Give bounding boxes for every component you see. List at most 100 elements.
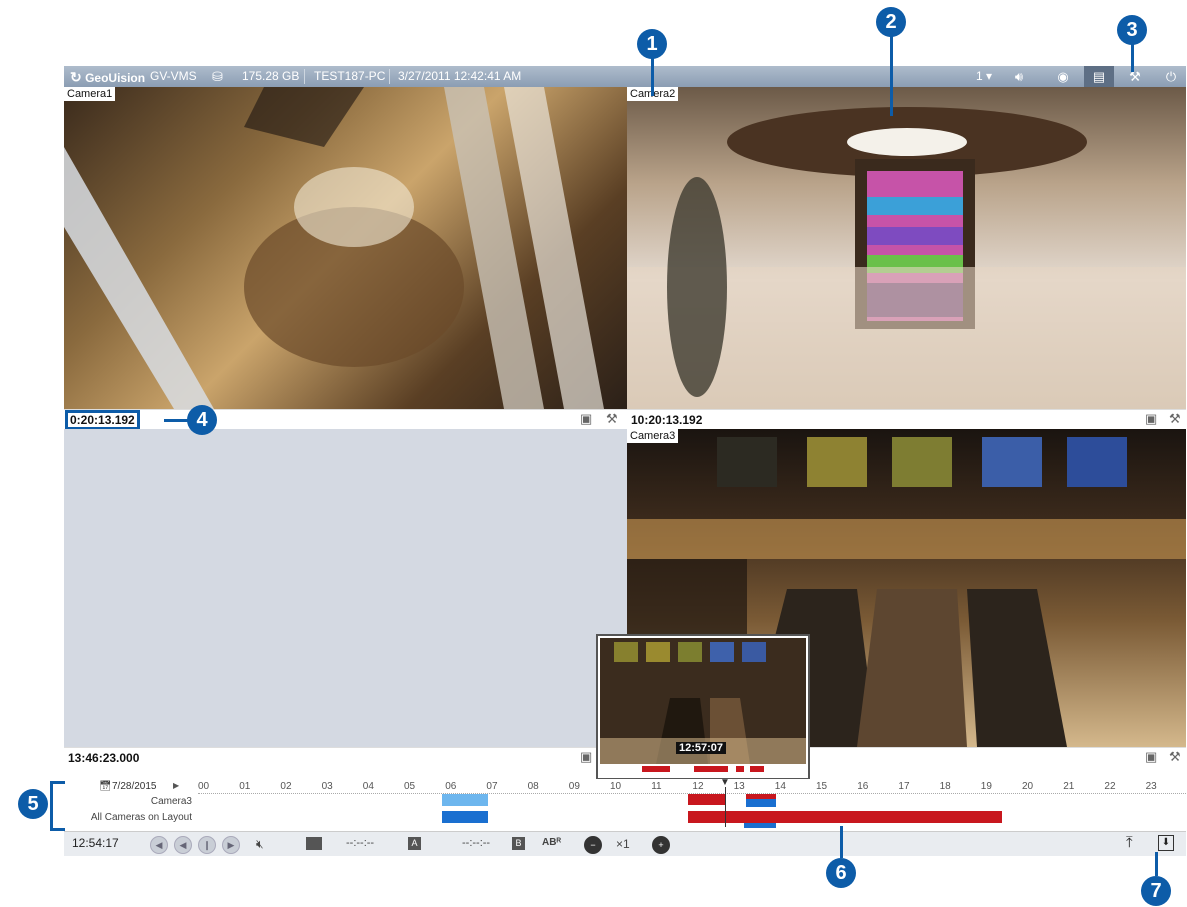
hour-tick-label: 19	[980, 781, 992, 792]
timeline-preview: 12:57:07	[596, 634, 810, 780]
camera2-view[interactable]: Camera2	[627, 87, 1186, 409]
snapshot-icon[interactable]: ▣	[580, 411, 592, 427]
camera1-status: 0:20:13.192 ▣ ⚒	[64, 409, 627, 430]
snapshot-icon[interactable]: ▣	[1145, 411, 1157, 427]
hour-tick-label: 21	[1063, 781, 1075, 792]
end-mark: --:--:--	[462, 837, 491, 849]
display-icon[interactable]	[306, 837, 322, 850]
date-next-icon[interactable]: ▶	[173, 781, 179, 790]
camera1-feed	[64, 87, 604, 409]
camera1-timestamp: 0:20:13.192	[65, 410, 140, 430]
all-event-segment[interactable]	[744, 823, 776, 828]
export-icon[interactable]: ⤒	[1126, 834, 1133, 851]
callout-6: 6	[826, 858, 856, 888]
hour-tick-label: 10	[610, 781, 622, 792]
hour-tick-label: 13	[733, 781, 745, 792]
empty-status: 13:46:23.000 ▣	[64, 747, 627, 767]
settings-icon[interactable]: ⚒	[606, 411, 618, 427]
divider	[389, 69, 390, 84]
callout-line	[840, 826, 843, 858]
playback-controls: 12:54:17 ◀ ◀ ❙ ▶ 🔇︎ --:--:-- A --:--:-- …	[64, 831, 1186, 856]
callout-line	[164, 419, 188, 422]
hour-tick-label: 18	[939, 781, 951, 792]
all-record-segment[interactable]	[688, 811, 1002, 823]
top-toolbar: ↻ GeoUision GV-VMS ⛁ 175.28 GB TEST187-P…	[64, 66, 1186, 87]
hour-tick-label: 02	[280, 781, 292, 792]
callout-7: 7	[1141, 876, 1171, 906]
callout-4: 4	[187, 405, 217, 435]
camera2-timestamp: 10:20:13.192	[631, 413, 703, 427]
callout-5: 5	[18, 789, 48, 819]
next-icon[interactable]: ▶	[222, 836, 240, 854]
brand-logo: ↻ GeoUision	[70, 69, 146, 85]
camera3-event-segment[interactable]	[746, 799, 776, 807]
empty-timestamp: 13:46:23.000	[68, 751, 140, 765]
timeline[interactable]: 📅︎ 7/28/2015 ▶ 00 01 02 03 04 05 06 07 08 09 10 11 1…	[64, 777, 1186, 831]
power-icon[interactable]: ⏻	[1156, 66, 1186, 87]
pin-icon[interactable]: ⬇	[1158, 835, 1174, 851]
settings-icon[interactable]: ⚒	[1169, 749, 1181, 765]
save-icon[interactable]: ▤	[1084, 66, 1114, 87]
playhead-line	[725, 787, 726, 827]
ab-repeat-button[interactable]: ABᴿ	[542, 837, 561, 848]
camera3-label: Camera3	[627, 429, 679, 443]
hour-tick-label: 04	[362, 781, 374, 792]
camera2-status: 10:20:13.192 ▣ ⚒	[627, 409, 1186, 429]
preview-time: 12:57:07	[676, 742, 727, 754]
hour-tick-label: 14	[774, 781, 786, 792]
hour-tick-label: 05	[404, 781, 416, 792]
hour-tick-label: 00	[198, 781, 210, 792]
pause-icon[interactable]: ❙	[198, 836, 216, 854]
start-mark: --:--:--	[346, 837, 375, 849]
all-event-segment[interactable]	[442, 811, 488, 823]
divider	[304, 69, 305, 84]
calendar-icon[interactable]: 📅︎	[99, 781, 112, 792]
speed-down-icon[interactable]: −	[584, 836, 602, 854]
hour-ruler: 00 01 02 03 04 05 06 07 08 09 10 11 12 13 14 15 16 17 18 19…	[198, 779, 1186, 794]
datetime: 3/27/2011 12:42:41 AM	[398, 69, 522, 83]
hour-tick-label: 17	[898, 781, 910, 792]
hour-tick-label: 09	[568, 781, 580, 792]
row-label-all-cameras: All Cameras on Layout	[90, 812, 192, 823]
product-name: GV-VMS	[150, 69, 197, 83]
camera1-view[interactable]: Camera1	[64, 87, 627, 409]
callout-line	[651, 58, 654, 96]
layout-select[interactable]: 1 ▾	[976, 69, 992, 83]
settings-icon[interactable]: ⚒	[1169, 411, 1181, 427]
snapshot-icon[interactable]: ▣	[580, 749, 592, 765]
rewind-icon[interactable]: ◀	[174, 836, 192, 854]
hour-tick-label: 07	[486, 781, 498, 792]
hour-tick-label: 20	[1022, 781, 1034, 792]
empty-view[interactable]	[64, 429, 627, 747]
callout-bracket	[50, 781, 65, 831]
speed-up-icon[interactable]: +	[652, 836, 670, 854]
callout-1: 1	[637, 29, 667, 59]
camera3-event-segment[interactable]	[442, 794, 488, 806]
camera2-feed	[627, 107, 1186, 409]
row-label-camera3: Camera3	[150, 796, 192, 807]
callout-line	[1131, 44, 1134, 72]
eye-icon[interactable]: ◉	[1048, 66, 1078, 87]
camera1-label: Camera1	[64, 87, 116, 101]
callout-line	[890, 36, 893, 116]
snapshot-icon[interactable]: ▣	[1145, 749, 1157, 765]
camera3-record-segment[interactable]	[688, 794, 726, 805]
hour-tick-label: 06	[445, 781, 457, 792]
mark-b-button[interactable]: B	[512, 837, 525, 850]
pc-name: TEST187-PC	[314, 69, 386, 83]
previous-icon[interactable]: ◀	[150, 836, 168, 854]
mute-icon[interactable]: 🔇︎	[256, 837, 264, 852]
tools-icon[interactable]: ⚒	[1120, 66, 1150, 87]
callout-2: 2	[876, 7, 906, 37]
callout-3: 3	[1117, 15, 1147, 45]
mark-a-button[interactable]: A	[408, 837, 421, 850]
hour-tick-label: 12	[692, 781, 704, 792]
timeline-date[interactable]: 7/28/2015	[112, 781, 157, 792]
hour-tick-label: 11	[651, 781, 662, 792]
callout-line	[1155, 852, 1158, 876]
preview-strip	[600, 764, 806, 774]
volume-icon[interactable]: 🔊︎	[1004, 66, 1034, 87]
hour-tick-label: 01	[239, 781, 251, 792]
hour-tick-label: 08	[527, 781, 539, 792]
playback-speed: ×1	[616, 837, 630, 851]
